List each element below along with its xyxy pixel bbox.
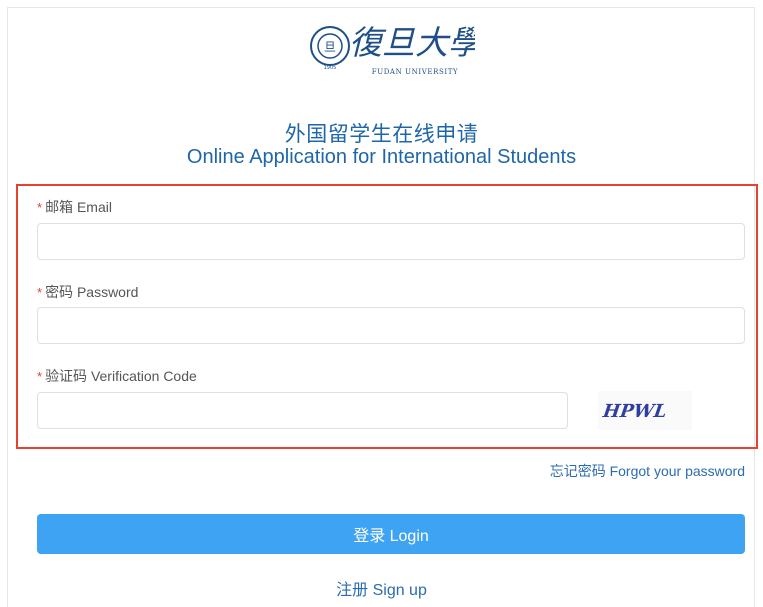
captcha-image[interactable]: HPWL <box>598 391 692 430</box>
svg-text:FUDAN UNIVERSITY: FUDAN UNIVERSITY <box>372 68 458 76</box>
svg-text:1905: 1905 <box>324 65 337 71</box>
fudan-logo: 旦 1905 復旦大學 FUDAN UNIVERSITY <box>310 22 484 94</box>
captcha-graphic: HPWL <box>601 401 668 422</box>
svg-text:旦: 旦 <box>324 40 336 54</box>
required-mark: * <box>37 285 43 300</box>
password-field[interactable] <box>37 307 745 344</box>
fudan-seal-logo: 旦 1905 復旦大學 FUDAN UNIVERSITY <box>310 23 484 76</box>
code-label: * 验证码 Verification Code <box>37 366 197 386</box>
password-label-text: 密码 Password <box>45 284 139 300</box>
signup-link[interactable]: 注册 Sign up <box>0 576 763 600</box>
svg-text:HPWL: HPWL <box>601 401 668 422</box>
email-label-text: 邮箱 Email <box>45 199 112 215</box>
email-label: * 邮箱 Email <box>37 197 112 217</box>
required-mark: * <box>37 200 43 215</box>
required-mark: * <box>37 369 43 384</box>
email-field[interactable] <box>37 223 745 260</box>
code-label-text: 验证码 Verification Code <box>45 368 197 384</box>
password-label: * 密码 Password <box>37 282 138 302</box>
forgot-password-link[interactable]: 忘记密码 Forgot your password <box>550 461 745 481</box>
verification-code-field[interactable] <box>37 392 568 429</box>
login-button[interactable]: 登录 Login <box>37 514 745 554</box>
svg-text:復旦大學: 復旦大學 <box>349 23 475 62</box>
page-title-cn: 外国留学生在线申请 <box>284 123 479 146</box>
page-title-en: Online Application for International Stu… <box>186 146 577 168</box>
